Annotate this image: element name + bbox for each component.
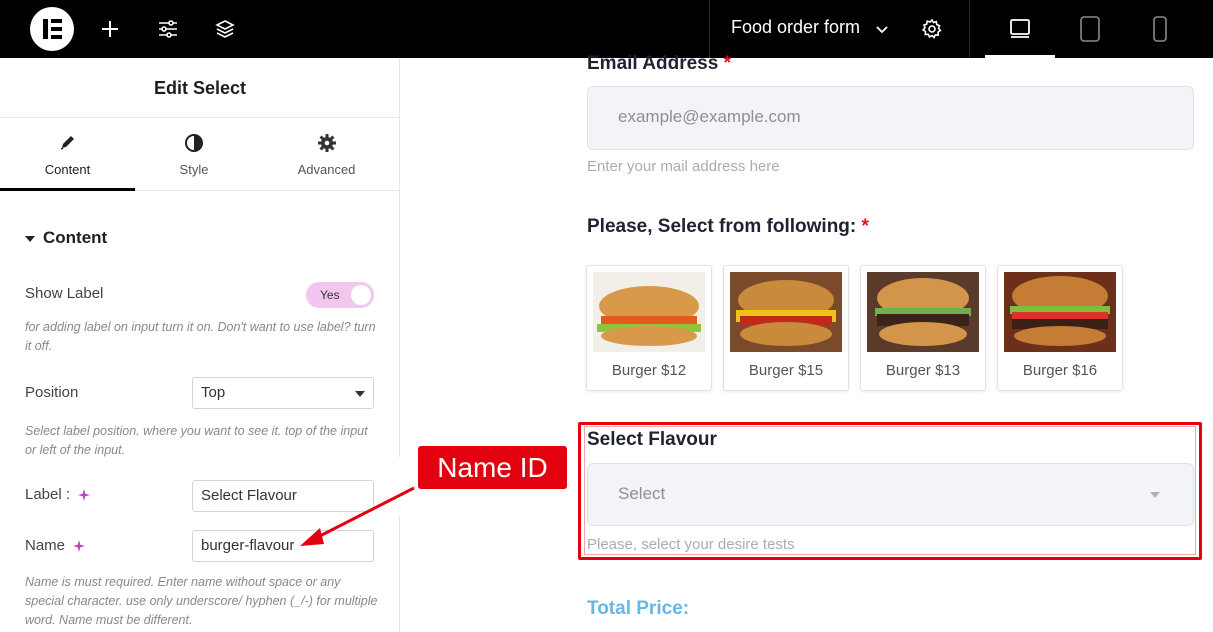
label-field-label: Label : — [25, 486, 71, 503]
elementor-logo[interactable] — [30, 7, 74, 51]
email-input[interactable]: example@example.com — [587, 86, 1194, 150]
position-help: Select label position. where you want to… — [25, 424, 368, 457]
ai-sparkle-icon[interactable] — [73, 540, 85, 552]
select-description: Please, select your desire tests — [587, 536, 795, 553]
burger-image — [730, 272, 842, 352]
annotation-callout: Name ID — [418, 446, 567, 489]
tab-label: Advanced — [297, 162, 356, 177]
section-header-content[interactable]: Content — [25, 228, 107, 248]
panel-title: Edit Select — [0, 58, 400, 118]
mobile-icon[interactable] — [1144, 13, 1176, 45]
show-label-help: for adding label on input turn it on. Do… — [25, 320, 376, 353]
name-help: Name is must required. Enter name withou… — [25, 575, 378, 627]
ai-sparkle-icon[interactable] — [78, 489, 90, 501]
show-label-toggle[interactable]: Yes — [306, 282, 374, 308]
tab-style[interactable]: Style — [135, 119, 253, 191]
flavour-select[interactable]: Select — [587, 463, 1194, 526]
caret-down-icon — [1150, 492, 1160, 498]
required-mark: * — [861, 216, 869, 237]
burger-caption: Burger $13 — [885, 362, 961, 379]
burger-image — [593, 272, 705, 352]
label-input-value: Select Flavour — [201, 487, 297, 504]
tab-content[interactable]: Content — [0, 119, 135, 191]
document-title[interactable]: Food order form — [731, 17, 860, 38]
choice-label-text: Please, Select from following: — [587, 216, 857, 237]
choice-label: Please, Select from following: * — [587, 216, 869, 238]
tablet-icon[interactable] — [1074, 13, 1106, 45]
required-mark: * — [723, 53, 731, 74]
name-field-label: Name — [25, 537, 66, 554]
layers-icon[interactable] — [209, 13, 241, 45]
preview-canvas: Email Address * example@example.com Ente… — [400, 53, 1213, 632]
tab-label: Style — [179, 162, 209, 177]
select-flavour-label: Select Flavour — [587, 429, 717, 450]
email-label: Email Address * — [587, 53, 731, 75]
pencil-icon — [0, 133, 135, 155]
toggle-knob — [351, 285, 371, 305]
burger-option-card[interactable]: Burger $16 — [997, 265, 1123, 391]
position-value: Top — [201, 384, 226, 401]
top-bar: Food order form — [0, 0, 1213, 58]
burger-option-card[interactable]: Burger $12 — [586, 265, 712, 391]
chevron-down-icon[interactable] — [866, 13, 898, 45]
tab-label: Content — [44, 162, 91, 177]
select-placeholder: Select — [618, 484, 666, 503]
section-title: Content — [43, 228, 108, 247]
position-select[interactable]: Top — [192, 377, 374, 409]
divider — [969, 0, 970, 58]
caret-down-icon — [355, 391, 365, 397]
burger-option-card[interactable]: Burger $13 — [860, 265, 986, 391]
toggle-text: Yes — [320, 288, 340, 302]
show-label-label: Show Label — [25, 285, 104, 302]
desktop-icon[interactable] — [1004, 13, 1036, 45]
plus-icon[interactable] — [94, 13, 126, 45]
contrast-icon — [135, 133, 253, 155]
burger-caption: Burger $12 — [611, 362, 687, 379]
burger-image — [1004, 272, 1116, 352]
sliders-icon[interactable] — [152, 13, 184, 45]
gear-icon[interactable] — [916, 13, 948, 45]
burger-option-card[interactable]: Burger $15 — [723, 265, 849, 391]
panel-tabs: Content Style Advanced — [0, 119, 400, 191]
divider — [709, 0, 710, 58]
email-placeholder: example@example.com — [618, 107, 801, 126]
tab-advanced[interactable]: Advanced — [253, 119, 400, 191]
burger-image — [867, 272, 979, 352]
annotation-arrow-icon — [300, 486, 415, 546]
burger-caption: Burger $15 — [748, 362, 824, 379]
email-description: Enter your mail address here — [587, 158, 780, 175]
gear-icon — [253, 133, 400, 155]
position-label: Position — [25, 384, 79, 401]
name-input-value: burger-flavour — [201, 537, 295, 554]
total-price-label: Total Price: — [587, 598, 690, 619]
caret-down-icon — [25, 235, 35, 242]
email-label-text: Email Address — [587, 53, 719, 74]
burger-caption: Burger $16 — [1022, 362, 1098, 379]
